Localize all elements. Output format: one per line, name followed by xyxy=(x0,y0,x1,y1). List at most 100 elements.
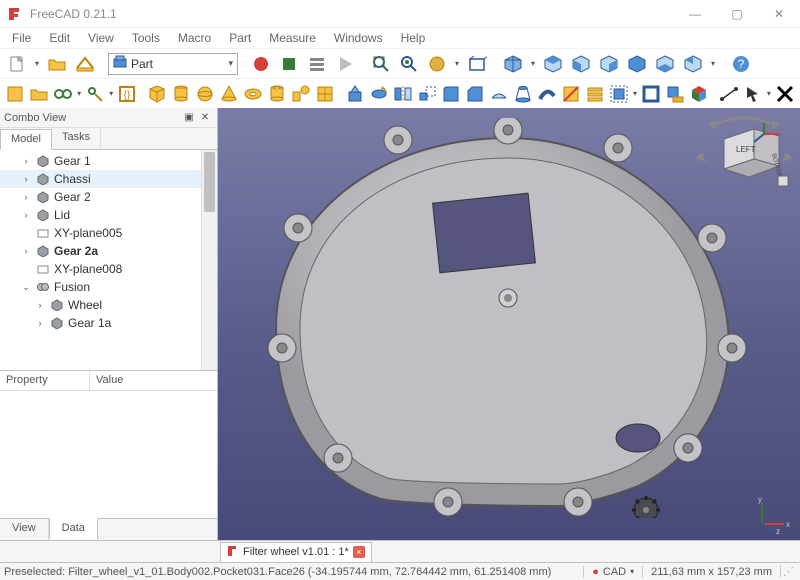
menu-tools[interactable]: Tools xyxy=(124,29,168,47)
whats-this-button[interactable]: ? xyxy=(728,51,754,77)
view-left-button[interactable] xyxy=(680,51,706,77)
tree-expand-toggle[interactable]: › xyxy=(34,300,46,310)
macro-list-button[interactable] xyxy=(304,51,330,77)
tree-item[interactable]: ›Gear 1 xyxy=(0,152,217,170)
color-per-face-button[interactable] xyxy=(688,81,710,107)
torus-button[interactable] xyxy=(242,81,264,107)
draw-style-dropdown[interactable]: ▾ xyxy=(452,59,462,68)
view-group-dropdown[interactable]: ▾ xyxy=(708,59,718,68)
tree-scrollbar[interactable] xyxy=(201,150,217,370)
tree-expand-toggle[interactable]: ⌄ xyxy=(20,282,32,293)
document-tab-close[interactable]: × xyxy=(353,546,365,558)
property-tab-view[interactable]: View xyxy=(0,519,49,540)
maximize-button[interactable]: ▢ xyxy=(716,0,758,28)
property-tab-data[interactable]: Data xyxy=(49,518,98,539)
view-top-button[interactable] xyxy=(568,51,594,77)
link-make-button[interactable] xyxy=(52,81,74,107)
section-button[interactable] xyxy=(560,81,582,107)
status-nav-mode[interactable]: ● CAD ▾ xyxy=(583,566,642,578)
minimize-button[interactable]: — xyxy=(674,0,716,28)
tree-item[interactable]: ›Gear 2 xyxy=(0,188,217,206)
scale-button[interactable] xyxy=(416,81,438,107)
thickness-button[interactable] xyxy=(640,81,662,107)
arrow-select-button[interactable] xyxy=(742,81,764,107)
view-bottom-button[interactable] xyxy=(652,51,678,77)
offset3d-button[interactable] xyxy=(608,81,630,107)
cube-button[interactable] xyxy=(146,81,168,107)
panel-close-button[interactable]: ✕ xyxy=(197,110,213,126)
primitives-button[interactable] xyxy=(290,81,312,107)
status-resize-grip[interactable]: ⋰ xyxy=(780,565,796,578)
menu-macro[interactable]: Macro xyxy=(170,29,219,47)
link-actions-button[interactable] xyxy=(84,81,106,107)
create-group-button[interactable] xyxy=(28,81,50,107)
new-file-dropdown[interactable]: ▾ xyxy=(32,59,42,68)
tree-item[interactable]: XY-plane005 xyxy=(0,224,217,242)
tab-tasks[interactable]: Tasks xyxy=(52,128,101,149)
tree-item[interactable]: ›Lid xyxy=(0,206,217,224)
view-isometric-dropdown[interactable]: ▾ xyxy=(528,59,538,68)
sweep-button[interactable] xyxy=(536,81,558,107)
new-file-button[interactable] xyxy=(4,51,30,77)
menu-edit[interactable]: Edit xyxy=(41,29,78,47)
open-file-button[interactable] xyxy=(44,51,70,77)
var-set-button[interactable]: {} xyxy=(116,81,138,107)
cylinder-button[interactable] xyxy=(170,81,192,107)
tree-expand-toggle[interactable]: › xyxy=(20,192,32,202)
measure-linear-button[interactable] xyxy=(718,81,740,107)
extrude-button[interactable] xyxy=(344,81,366,107)
shape-builder-button[interactable] xyxy=(314,81,336,107)
tree-item[interactable]: ⌄Fusion xyxy=(0,278,217,296)
macro-record-button[interactable] xyxy=(248,51,274,77)
fit-selection-button[interactable] xyxy=(396,51,422,77)
menu-windows[interactable]: Windows xyxy=(326,29,391,47)
macro-run-button[interactable] xyxy=(332,51,358,77)
tube-button[interactable] xyxy=(266,81,288,107)
tab-model[interactable]: Model xyxy=(0,129,52,150)
chamfer-button[interactable] xyxy=(464,81,486,107)
panel-float-button[interactable]: ▣ xyxy=(181,110,197,126)
tree-expand-toggle[interactable]: › xyxy=(20,246,32,256)
sphere-button[interactable] xyxy=(194,81,216,107)
tree-item[interactable]: ›Chassi xyxy=(0,170,217,188)
menu-help[interactable]: Help xyxy=(393,29,434,47)
scrollbar-thumb[interactable] xyxy=(204,152,215,212)
view-right-button[interactable] xyxy=(596,51,622,77)
tree-item[interactable]: ›Gear 1a xyxy=(0,314,217,332)
tree-item[interactable]: ›Wheel xyxy=(0,296,217,314)
draw-style-button[interactable] xyxy=(424,51,450,77)
3d-viewport[interactable]: LEFT BOTTOM x y z xyxy=(218,108,800,540)
nav-cube[interactable]: LEFT BOTTOM xyxy=(694,114,794,204)
mirror-button[interactable] xyxy=(392,81,414,107)
tree-expand-toggle[interactable]: › xyxy=(34,318,46,328)
close-window-button[interactable]: ✕ xyxy=(758,0,800,28)
close-x-button[interactable] xyxy=(774,81,796,107)
ruled-surface-button[interactable] xyxy=(488,81,510,107)
revolve-button[interactable] xyxy=(368,81,390,107)
projection-button[interactable] xyxy=(664,81,686,107)
fit-all-button[interactable] xyxy=(368,51,394,77)
cone-button[interactable] xyxy=(218,81,240,107)
view-isometric-button[interactable] xyxy=(500,51,526,77)
view-rear-button[interactable] xyxy=(624,51,650,77)
tree-expand-toggle[interactable]: › xyxy=(20,156,32,166)
tree-item[interactable]: XY-plane008 xyxy=(0,260,217,278)
tree-expand-toggle[interactable]: › xyxy=(20,210,32,220)
menu-view[interactable]: View xyxy=(80,29,122,47)
link-dropdown[interactable]: ▾ xyxy=(76,89,82,98)
loft-button[interactable] xyxy=(512,81,534,107)
link-actions-dropdown[interactable]: ▾ xyxy=(108,89,114,98)
menu-measure[interactable]: Measure xyxy=(261,29,324,47)
view-front-button[interactable] xyxy=(540,51,566,77)
fillet-button[interactable] xyxy=(440,81,462,107)
macro-stop-button[interactable] xyxy=(276,51,302,77)
workbench-selector[interactable]: Part ▾ xyxy=(108,53,238,75)
measure-dropdown[interactable]: ▾ xyxy=(766,89,772,98)
model-tree[interactable]: ›Gear 1›Chassi›Gear 2›LidXY-plane005 ›Gea… xyxy=(0,150,217,370)
tree-expand-toggle[interactable]: › xyxy=(20,174,32,184)
bounding-box-button[interactable] xyxy=(464,51,490,77)
cross-sections-button[interactable] xyxy=(584,81,606,107)
offset3d-dropdown[interactable]: ▾ xyxy=(632,89,638,98)
menu-file[interactable]: File xyxy=(4,29,39,47)
document-tab[interactable]: Filter wheel v1.01 : 1* × xyxy=(220,542,372,562)
